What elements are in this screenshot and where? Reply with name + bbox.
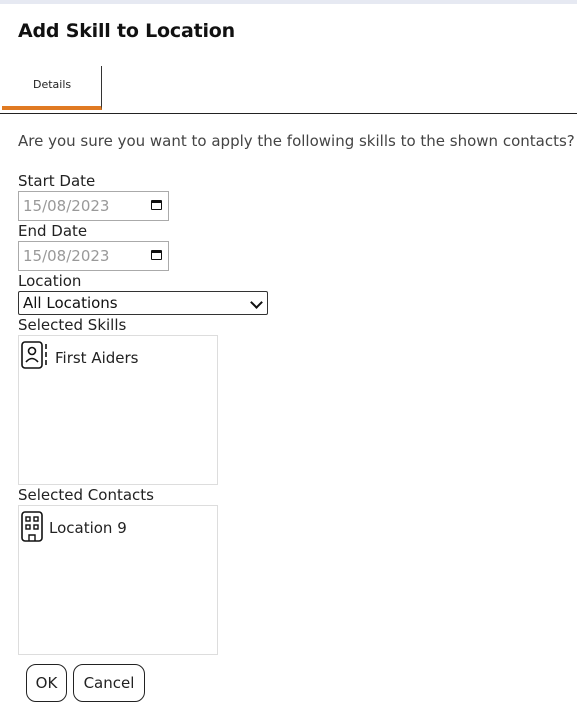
chevron-down-icon bbox=[250, 296, 263, 309]
top-bar bbox=[0, 0, 577, 4]
confirmation-prompt: Are you sure you want to apply the follo… bbox=[18, 132, 575, 150]
contact-label: Location 9 bbox=[49, 519, 127, 537]
end-date-value: 15/08/2023 bbox=[23, 247, 110, 265]
selected-contacts-label: Selected Contacts bbox=[18, 486, 154, 504]
selected-contacts-list[interactable]: Location 9 bbox=[18, 505, 218, 655]
start-date-input[interactable]: 15/08/2023 bbox=[18, 191, 169, 221]
location-select[interactable]: All Locations bbox=[18, 291, 268, 315]
location-selected-value: All Locations bbox=[23, 294, 118, 312]
skill-label: First Aiders bbox=[55, 349, 139, 367]
dialog-title: Add Skill to Location bbox=[18, 20, 235, 42]
location-label: Location bbox=[18, 272, 82, 290]
tab-details-label: Details bbox=[33, 78, 72, 91]
ok-button[interactable]: OK bbox=[26, 664, 67, 702]
selected-skills-list[interactable]: First Aiders bbox=[18, 335, 218, 485]
end-date-input[interactable]: 15/08/2023 bbox=[18, 241, 169, 271]
cancel-button[interactable]: Cancel bbox=[73, 664, 145, 702]
building-icon bbox=[21, 511, 43, 542]
calendar-icon[interactable] bbox=[151, 250, 162, 260]
start-date-label: Start Date bbox=[18, 172, 96, 190]
tab-details[interactable]: Details bbox=[2, 66, 102, 110]
end-date-label: End Date bbox=[18, 222, 88, 240]
selected-skills-label: Selected Skills bbox=[18, 316, 127, 334]
calendar-icon[interactable] bbox=[151, 200, 162, 210]
person-badge-icon bbox=[21, 341, 47, 369]
tab-bar: Details bbox=[0, 66, 577, 114]
start-date-value: 15/08/2023 bbox=[23, 197, 110, 215]
